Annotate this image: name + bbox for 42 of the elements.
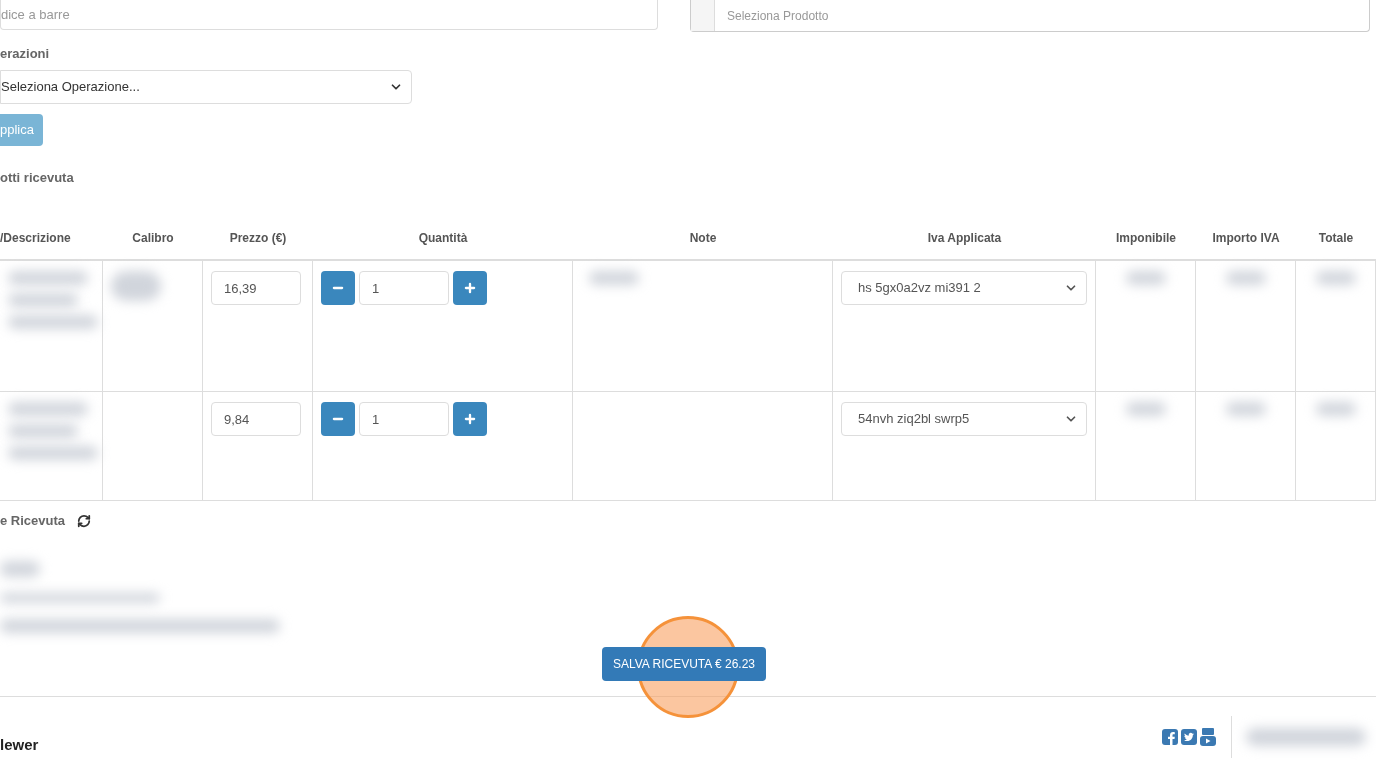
- redacted-blur: [111, 271, 161, 301]
- redacted-blur: [0, 560, 40, 577]
- column-header: Imponibile: [1115, 230, 1177, 247]
- redacted-blur: [1125, 271, 1166, 285]
- plus-icon: [463, 281, 477, 295]
- vat-select[interactable]: hs 5gx0a2vz mi391 2: [841, 271, 1087, 305]
- section-title: otti ricevuta: [0, 168, 74, 187]
- operation-select[interactable]: Seleziona Operazione...: [0, 69, 412, 104]
- redacted-blur: [1315, 271, 1356, 285]
- price-field[interactable]: 9,84: [211, 402, 301, 436]
- quantity-field[interactable]: 1: [359, 402, 449, 436]
- refresh-icon[interactable]: [77, 513, 92, 528]
- increase-button[interactable]: [453, 271, 487, 305]
- redacted-blur: [1225, 271, 1266, 285]
- redacted-blur: [8, 424, 78, 438]
- column-header: Quantità: [417, 230, 469, 247]
- redacted-blur: [8, 293, 78, 307]
- facebook-icon[interactable]: [1162, 729, 1178, 745]
- increase-button[interactable]: [453, 402, 487, 436]
- redacted-blur: [589, 271, 639, 285]
- column-header: Importo IVA: [1211, 230, 1281, 247]
- video-logo-icon[interactable]: [1200, 728, 1216, 746]
- column-header: Iva Applicata: [926, 230, 1003, 247]
- redacted-blur: [1125, 402, 1166, 416]
- column-header: Totale: [1317, 230, 1355, 247]
- twitter-icon[interactable]: [1181, 729, 1197, 745]
- decrease-button[interactable]: [321, 271, 355, 305]
- price-field[interactable]: 16,39: [211, 271, 301, 305]
- column-header: Prezzo (€): [228, 230, 288, 247]
- footer-brand: lewer: [0, 734, 39, 755]
- summary-title: e Ricevuta: [0, 512, 66, 530]
- decrease-button[interactable]: [321, 402, 355, 436]
- redacted-blur: [1225, 402, 1266, 416]
- column-header: Calibro: [131, 230, 175, 247]
- quantity-field[interactable]: 1: [359, 271, 449, 305]
- operations-label: erazioni: [0, 45, 50, 63]
- save-receipt-button[interactable]: SALVA RICEVUTA € 26.23: [601, 646, 767, 681]
- redacted-blur: [1315, 402, 1356, 416]
- column-header: Note: [688, 230, 718, 247]
- vat-select[interactable]: 54nvh ziq2bl swrp5: [841, 402, 1087, 436]
- plus-icon: [463, 412, 477, 426]
- column-header: /Descrizione: [0, 230, 72, 247]
